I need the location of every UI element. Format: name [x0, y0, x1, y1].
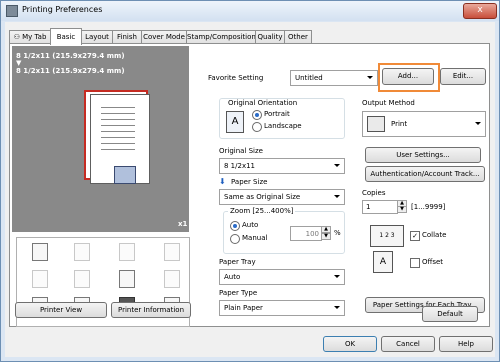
- tab-my-tab[interactable]: ⚇ My Tab: [9, 30, 51, 44]
- output-method-select[interactable]: Print: [362, 111, 486, 137]
- staple-icon: [74, 243, 90, 261]
- preview-arrow: ▼: [16, 59, 22, 67]
- basic-tab-panel: 8 1/2x11 (215.9x279.4 mm) ▼ 8 1/2x11 (21…: [9, 43, 490, 327]
- collate-checkbox[interactable]: ✓: [410, 231, 420, 241]
- tab-cover-mode[interactable]: Cover Mode: [141, 30, 187, 44]
- zoom-auto-radio[interactable]: [230, 221, 240, 231]
- zoom-manual-radio[interactable]: [230, 234, 240, 244]
- chevron-down-icon: [334, 195, 340, 198]
- print-preview: 8 1/2x11 (215.9x279.4 mm) ▼ 8 1/2x11 (21…: [12, 46, 189, 232]
- help-button[interactable]: Help: [439, 336, 493, 352]
- output-method-value: Print: [391, 120, 408, 128]
- fold-icon: [164, 243, 180, 261]
- favorite-setting-label: Favorite Setting: [208, 74, 264, 82]
- combine-icon: [74, 270, 90, 288]
- chevron-down-icon: [334, 275, 340, 278]
- user-settings-button[interactable]: User Settings...: [365, 147, 481, 163]
- arrow-down-icon: ⬇: [219, 177, 226, 186]
- portrait-radio[interactable]: [252, 110, 262, 120]
- title-bar: Printing Preferences x: [1, 1, 499, 21]
- tab-layout[interactable]: Layout: [81, 30, 113, 44]
- tab-stamp-composition[interactable]: Stamp/Composition: [186, 30, 256, 44]
- authentication-account-track-button[interactable]: Authentication/Account Track...: [365, 166, 485, 182]
- original-size-label: Original Size: [219, 147, 263, 155]
- cover-icon: [164, 270, 180, 288]
- copies-label: Copies: [362, 189, 386, 197]
- offset-checkbox[interactable]: [410, 258, 420, 268]
- preview-stamp: [114, 166, 136, 184]
- paper-type-label: Paper Type: [219, 289, 258, 297]
- preview-original-size: 8 1/2x11 (215.9x279.4 mm): [16, 52, 125, 60]
- paper-type-value: Plain Paper: [224, 304, 263, 312]
- paper-size-select[interactable]: Same as Original Size: [219, 189, 345, 205]
- tab-quality[interactable]: Quality: [255, 30, 285, 44]
- tab-other[interactable]: Other: [284, 30, 312, 44]
- collate-icon: 1 2 3: [370, 225, 404, 247]
- zoom-manual-label: Manual: [242, 234, 268, 242]
- original-orientation-label: Original Orientation: [226, 99, 300, 107]
- paper-tray-select[interactable]: Auto: [219, 269, 345, 285]
- original-size-select[interactable]: 8 1/2x11: [219, 158, 345, 174]
- paper-size-label: Paper Size: [231, 178, 268, 186]
- zoom-label: Zoom [25...400%]: [228, 207, 296, 215]
- copies-value: 1: [366, 203, 371, 211]
- person-icon: ⚇: [13, 33, 20, 41]
- copies-input[interactable]: 1: [362, 200, 398, 214]
- edit-button[interactable]: Edit...: [440, 68, 486, 85]
- preview-copies-mark: x1: [178, 220, 188, 228]
- printer-output-icon: [32, 243, 48, 261]
- window-title: Printing Preferences: [22, 5, 103, 14]
- chevron-down-icon: [475, 122, 481, 125]
- paper-type-select[interactable]: Plain Paper: [219, 300, 345, 316]
- landscape-radio[interactable]: [252, 122, 262, 132]
- tab-finish[interactable]: Finish: [112, 30, 142, 44]
- dialog-body: ⚇ My Tab Basic Layout Finish Cover Mode …: [5, 22, 495, 357]
- copies-range: [1...9999]: [411, 203, 446, 211]
- copies-down-button[interactable]: ▼: [397, 206, 407, 213]
- ok-button[interactable]: OK: [323, 336, 377, 352]
- paper-tray-value: Auto: [224, 273, 241, 281]
- favorite-setting-value: Untitled: [295, 74, 323, 82]
- tab-basic[interactable]: Basic: [50, 28, 82, 45]
- output-method-label: Output Method: [362, 99, 415, 107]
- landscape-label: Landscape: [264, 122, 302, 130]
- offset-label: Offset: [422, 258, 444, 266]
- printer-information-button[interactable]: Printer Information: [111, 302, 191, 318]
- zoom-value: 100: [305, 230, 319, 238]
- zoom-down-button[interactable]: ▼: [321, 233, 331, 240]
- chevron-down-icon: [367, 76, 373, 79]
- collate-label: Collate: [422, 231, 447, 239]
- preview-paper-size: 8 1/2x11 (215.9x279.4 mm): [16, 67, 125, 75]
- portrait-page-icon: A: [226, 111, 244, 133]
- printer-view-button[interactable]: Printer View: [15, 302, 107, 318]
- printer-icon: [6, 5, 18, 17]
- printing-preferences-window: Printing Preferences x ⚇ My Tab Basic La…: [0, 0, 500, 362]
- favorite-setting-select[interactable]: Untitled: [290, 70, 378, 86]
- zoom-auto-label: Auto: [242, 221, 259, 229]
- chevron-down-icon: [334, 164, 340, 167]
- zoom-value-input[interactable]: 100: [290, 226, 322, 241]
- orientation-icon: [119, 270, 135, 288]
- duplex-icon: [32, 270, 48, 288]
- close-button[interactable]: x: [463, 3, 497, 19]
- cancel-button[interactable]: Cancel: [381, 336, 435, 352]
- original-size-value: 8 1/2x11: [224, 162, 255, 170]
- punch-icon: [119, 243, 135, 261]
- add-button[interactable]: Add...: [382, 68, 434, 85]
- portrait-label: Portrait: [264, 110, 290, 118]
- paper-tray-label: Paper Tray: [219, 258, 256, 266]
- zoom-up-button[interactable]: ▲: [321, 226, 331, 233]
- print-icon: [367, 116, 385, 132]
- chevron-down-icon: [334, 306, 340, 309]
- default-button[interactable]: Default: [422, 306, 478, 322]
- paper-size-value: Same as Original Size: [224, 193, 301, 201]
- zoom-unit: %: [334, 229, 341, 237]
- offset-icon: A: [373, 251, 393, 273]
